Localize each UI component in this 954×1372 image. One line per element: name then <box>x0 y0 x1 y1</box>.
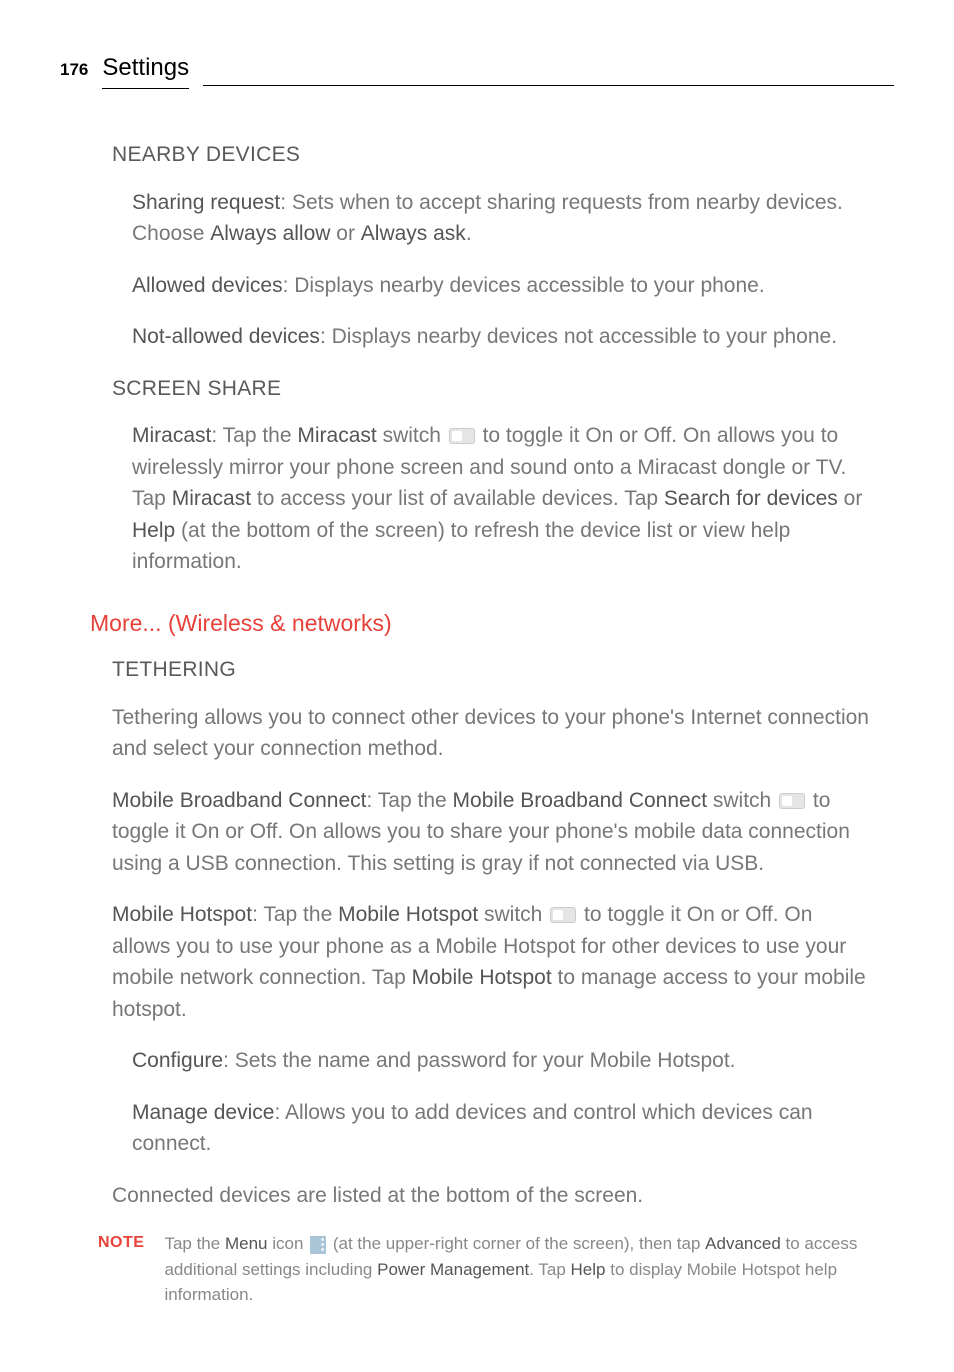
text: Tap the <box>164 1234 225 1253</box>
miracast-bold-2: Miracast <box>172 487 251 510</box>
text: switch <box>377 424 447 447</box>
toggle-switch-icon <box>779 793 805 809</box>
sharing-request-label: Sharing request <box>132 191 280 214</box>
tethering-intro: Tethering allows you to connect other de… <box>112 702 874 765</box>
text: (at the upper-right corner of the screen… <box>328 1234 705 1253</box>
mh-bold-2: Mobile Hotspot <box>412 966 552 989</box>
always-ask-option: Always ask <box>361 222 466 245</box>
allowed-devices-para: Allowed devices: Displays nearby devices… <box>132 270 874 302</box>
mh-bold: Mobile Hotspot <box>338 903 478 926</box>
text: to access your list of available devices… <box>251 487 664 510</box>
page-number: 176 <box>60 57 88 83</box>
note-block: NOTE Tap the Menu icon (at the upper-rig… <box>98 1231 874 1308</box>
tethering-heading: TETHERING <box>112 654 894 686</box>
manage-device-label: Manage device <box>132 1101 274 1124</box>
menu-icon <box>310 1236 326 1254</box>
text: : Tap the <box>211 424 297 447</box>
power-mgmt-bold: Power Management <box>377 1260 529 1279</box>
configure-label: Configure <box>132 1049 223 1072</box>
always-allow-option: Always allow <box>210 222 330 245</box>
note-label: NOTE <box>98 1231 144 1308</box>
miracast-para: Miracast: Tap the Miracast switch to tog… <box>132 420 874 578</box>
sharing-request-para: Sharing request: Sets when to accept sha… <box>132 187 874 250</box>
text: or <box>330 222 360 245</box>
configure-para: Configure: Sets the name and password fo… <box>132 1045 874 1077</box>
page-title: Settings <box>102 50 189 89</box>
mbc-bold: Mobile Broadband Connect <box>453 789 708 812</box>
text: icon <box>267 1234 308 1253</box>
text: or <box>838 487 863 510</box>
nearby-devices-heading: NEARBY DEVICES <box>112 139 894 171</box>
help-bold: Help <box>132 519 175 542</box>
manage-device-para: Manage device: Allows you to add devices… <box>132 1097 874 1160</box>
text: : Tap the <box>367 789 453 812</box>
mbc-label: Mobile Broadband Connect <box>112 789 367 812</box>
help-bold: Help <box>571 1260 606 1279</box>
menu-bold: Menu <box>225 1234 268 1253</box>
note-text: Tap the Menu icon (at the upper-right co… <box>164 1231 874 1308</box>
screen-share-heading: SCREEN SHARE <box>112 373 894 405</box>
mobile-hotspot-para: Mobile Hotspot: Tap the Mobile Hotspot s… <box>112 899 874 1025</box>
text: . Tap <box>529 1260 570 1279</box>
text: . <box>466 222 472 245</box>
mh-label: Mobile Hotspot <box>112 903 252 926</box>
mobile-broadband-connect-para: Mobile Broadband Connect: Tap the Mobile… <box>112 785 874 880</box>
miracast-label: Miracast <box>132 424 211 447</box>
text: (at the bottom of the screen) to refresh… <box>132 519 790 574</box>
connected-devices-para: Connected devices are listed at the bott… <box>112 1180 874 1212</box>
toggle-switch-icon <box>550 907 576 923</box>
advanced-bold: Advanced <box>705 1234 781 1253</box>
text: switch <box>478 903 548 926</box>
text: switch <box>707 789 777 812</box>
search-devices-bold: Search for devices <box>664 487 838 510</box>
text: : Sets the name and password for your Mo… <box>223 1049 735 1072</box>
miracast-bold: Miracast <box>297 424 376 447</box>
more-wireless-networks-heading: More... (Wireless & networks) <box>90 606 894 641</box>
text: : Displays nearby devices not accessible… <box>320 325 837 348</box>
header-rule <box>203 85 894 86</box>
not-allowed-devices-label: Not-allowed devices <box>132 325 320 348</box>
page-header: 176 Settings <box>60 50 894 89</box>
text: : Tap the <box>252 903 338 926</box>
text: : Displays nearby devices accessible to … <box>283 274 765 297</box>
allowed-devices-label: Allowed devices <box>132 274 283 297</box>
toggle-switch-icon <box>449 428 475 444</box>
not-allowed-devices-para: Not-allowed devices: Displays nearby dev… <box>132 321 874 353</box>
